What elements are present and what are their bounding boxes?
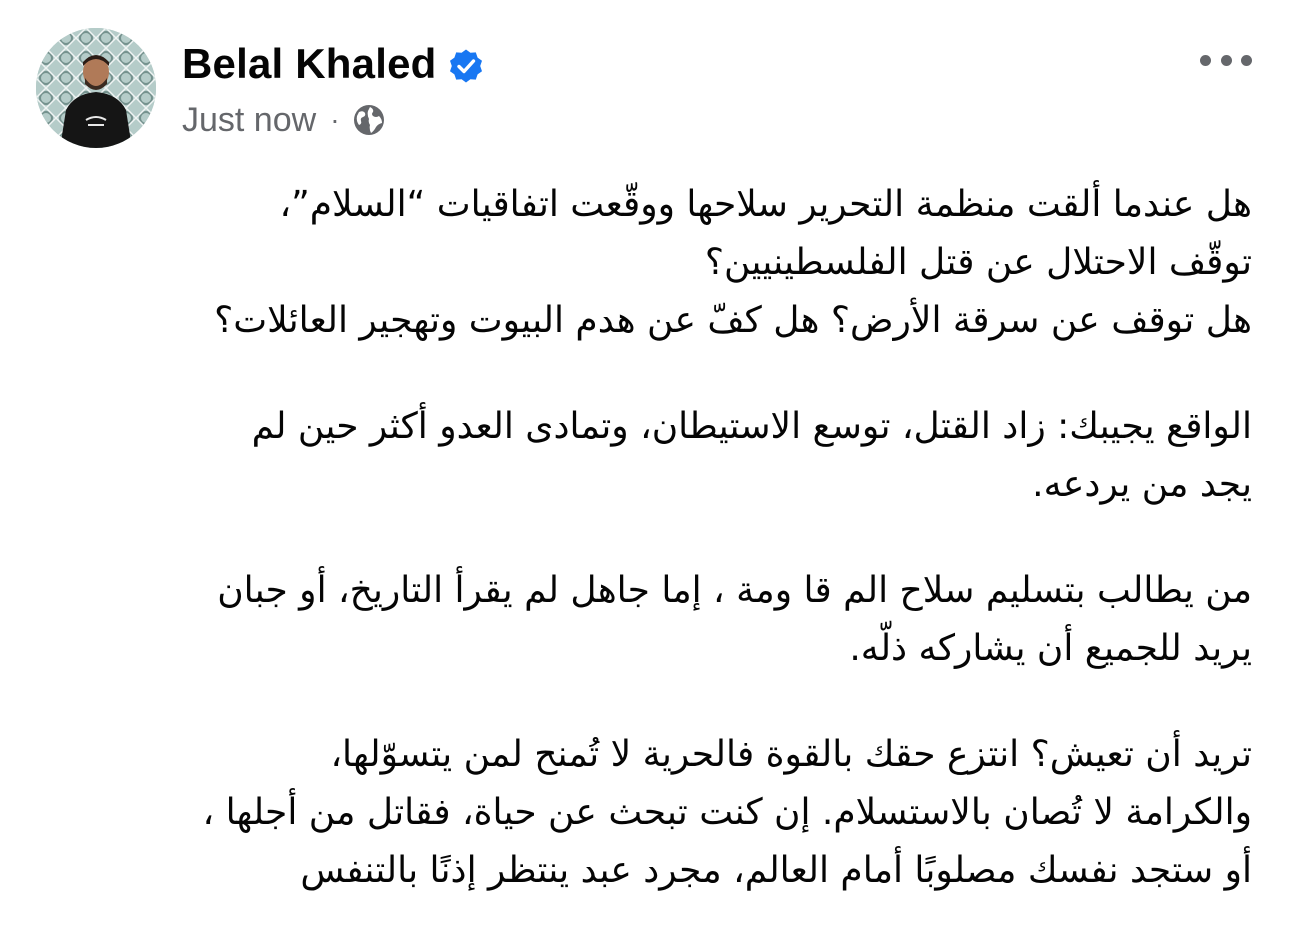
post-paragraph: الواقع يجيبك: زاد القتل، توسع الاستيطان،… <box>40 398 1252 514</box>
avatar-photo <box>36 28 156 148</box>
post-text-line: يجد من يردعه. <box>1032 464 1252 505</box>
more-options-button[interactable] <box>1196 42 1256 78</box>
post-text-line: توقّف الاحتلال عن قتل الفلسطينيين؟ <box>704 242 1252 283</box>
post-text-line: هل توقف عن سرقة الأرض؟ هل كفّ عن هدم الب… <box>214 300 1252 341</box>
post-text-line: والكرامة لا تُصان بالاستسلام. إن كنت تبح… <box>202 792 1252 833</box>
more-dot <box>1220 54 1232 66</box>
more-dot <box>1200 54 1211 66</box>
post-text-line: من يطالب بتسليم سلاح الم قا ومة ، إما جا… <box>217 570 1252 611</box>
author-avatar[interactable] <box>36 28 156 148</box>
post-paragraph: من يطالب بتسليم سلاح الم قا ومة ، إما جا… <box>40 562 1252 678</box>
post-text-line: يريد للجميع أن يشاركه ذلّه. <box>849 628 1252 669</box>
post-text-line: تريد أن تعيش؟ انتزع حقك بالقوة فالحرية ل… <box>330 734 1252 775</box>
verified-badge-icon <box>450 49 482 83</box>
post-paragraph: تريد أن تعيش؟ انتزع حقك بالقوة فالحرية ل… <box>40 726 1252 900</box>
post-text: هل عندما ألقت منظمة التحرير سلاحها ووقّع… <box>40 176 1252 948</box>
post-text-line: أو ستجد نفسك مصلوبًا أمام العالم، مجرد ع… <box>300 850 1252 891</box>
post-timestamp[interactable]: Just now <box>182 101 316 140</box>
author-name[interactable]: Belal Khaled <box>182 38 436 90</box>
post-text-line: هل عندما ألقت منظمة التحرير سلاحها ووقّع… <box>279 184 1253 225</box>
post-header: Belal Khaled Just now · <box>36 28 1256 152</box>
meta-separator: · <box>330 104 340 135</box>
post-paragraph: هل عندما ألقت منظمة التحرير سلاحها ووقّع… <box>40 176 1252 350</box>
post-text-line: الواقع يجيبك: زاد القتل، توسع الاستيطان،… <box>251 406 1252 447</box>
post-meta: Just now · <box>182 100 386 140</box>
globe-icon[interactable] <box>352 103 386 137</box>
more-dot <box>1241 54 1252 66</box>
